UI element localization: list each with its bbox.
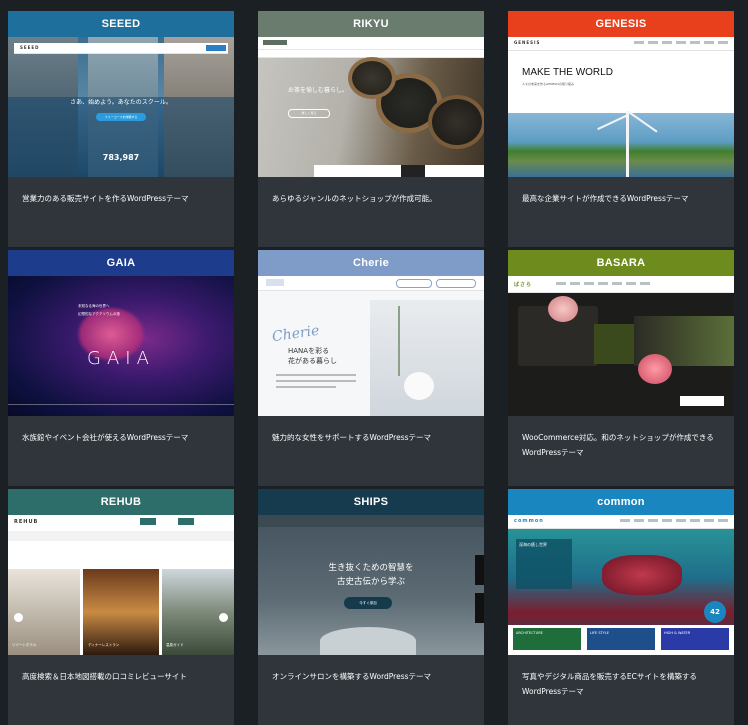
card-title: RIKYU: [258, 11, 484, 37]
screenshot-line2: 古史古伝から学ぶ: [336, 577, 405, 587]
screenshot-line1: HANAを彩る: [288, 347, 330, 355]
theme-card-rehub[interactable]: REHUB REHUB リゾートホテル ディナーレストラン 温泉ガイド 高度検索…: [8, 489, 234, 725]
screenshot-card1: リゾートホテル: [12, 643, 37, 647]
screenshot-tagline: さあ、始めよう。あなたのスクール。: [70, 99, 172, 106]
screenshot-card2: ディナーレストラン: [88, 643, 120, 647]
theme-screenshot[interactable]: SEEED さあ、始めよう。あなたのスクール。 フリーコースを体験する 783,…: [8, 37, 234, 177]
theme-screenshot[interactable]: 未知なる海の世界へ 幻想的なアクアリウムの旅 GAIA: [8, 276, 234, 416]
card-title: REHUB: [8, 489, 234, 515]
theme-card-basara[interactable]: BASARA ばさら WooCommerce対応。和のネットショップが作成できる…: [508, 250, 734, 486]
card-description: オンラインサロンを構築するWordPressテーマ: [272, 672, 432, 681]
screenshot-logo: common: [514, 518, 544, 524]
screenshot-box: 深海の癒し世界: [516, 539, 572, 589]
card-title: Cherie: [258, 250, 484, 276]
screenshot-subheading: 人々の未来を作るGENESISの取り組み: [522, 82, 575, 86]
screenshot-counter: 783,987: [102, 153, 140, 162]
screenshot-cta: 詳しく見る: [288, 109, 330, 118]
theme-screenshot[interactable]: common 深海の癒し世界 42 ARCHITECTURE LIFE STYL…: [508, 515, 734, 655]
screenshot-line1: 未知なる海の世界へ: [78, 304, 110, 308]
theme-screenshot[interactable]: 生き抜くための智慧を 古史古伝から学ぶ 今すぐ参加: [258, 515, 484, 655]
theme-screenshot[interactable]: REHUB リゾートホテル ディナーレストラン 温泉ガイド: [8, 515, 234, 655]
theme-screenshot[interactable]: Cherie HANAを彩る 花がある暮らし: [258, 276, 484, 416]
card-description: 高度検索＆日本地図搭載の口コミレビューサイト: [22, 672, 187, 681]
screenshot-line2: 花がある暮らし: [288, 357, 337, 365]
card-description: WooCommerce対応。和のネットショップが作成できるWordPressテー…: [522, 433, 714, 457]
card-description: 写真やデジタル商品を販売するECサイトを構築するWordPressテーマ: [522, 672, 697, 696]
screenshot-cta: 今すぐ参加: [344, 597, 392, 609]
theme-card-gaia[interactable]: GAIA 未知なる海の世界へ 幻想的なアクアリウムの旅 GAIA 水族館やイベン…: [8, 250, 234, 486]
card-title: BASARA: [508, 250, 734, 276]
screenshot-logo: SEEED: [20, 45, 40, 50]
screenshot-tile3: HIGH & WATER: [661, 628, 729, 650]
screenshot-badge: 42: [704, 601, 726, 623]
theme-card-rikyu[interactable]: RIKYU お茶を愉しむ暮らし。 詳しく見る あらゆるジャンルのネットショップが…: [258, 11, 484, 247]
card-description: 営業力のある販売サイトを作るWordPressテーマ: [22, 194, 189, 203]
theme-card-common[interactable]: common common 深海の癒し世界 42 ARCHITECTURE LI…: [508, 489, 734, 725]
card-description: 最高な企業サイトが作成できるWordPressテーマ: [522, 194, 689, 203]
card-title: GENESIS: [508, 11, 734, 37]
screenshot-cta: フリーコースを体験する: [96, 113, 146, 121]
screenshot-tagline: お茶を愉しむ暮らし。: [288, 87, 349, 94]
theme-card-genesis[interactable]: GENESIS GENESIS MAKE THE WORLD 人々の未来を作るG…: [508, 11, 734, 247]
theme-card-cherie[interactable]: Cherie Cherie HANAを彩る 花がある暮らし 魅力的な女性をサポー…: [258, 250, 484, 486]
card-description: 水族館やイベント会社が使えるWordPressテーマ: [22, 433, 189, 442]
card-description: 魅力的な女性をサポートするWordPressテーマ: [272, 433, 432, 442]
screenshot-tile2: LIFE STYLE: [587, 628, 655, 650]
screenshot-logo: GAIA: [87, 348, 155, 369]
theme-grid: SEEED SEEED さあ、始めよう。あなたのスクール。 フリーコースを体験す…: [0, 0, 748, 725]
screenshot-logo: REHUB: [14, 519, 39, 525]
screenshot-tile1: ARCHITECTURE: [513, 628, 581, 650]
theme-screenshot[interactable]: GENESIS MAKE THE WORLD 人々の未来を作るGENESISの取…: [508, 37, 734, 177]
screenshot-logo: GENESIS: [514, 40, 541, 45]
screenshot-script: Cherie: [271, 322, 321, 346]
screenshot-line1: 生き抜くための智慧を: [328, 563, 414, 573]
screenshot-card3: 温泉ガイド: [166, 643, 184, 647]
screenshot-heading: MAKE THE WORLD: [522, 67, 613, 78]
card-title: SHIPS: [258, 489, 484, 515]
card-title: SEEED: [8, 11, 234, 37]
theme-screenshot[interactable]: ばさら: [508, 276, 734, 416]
screenshot-line2: 幻想的なアクアリウムの旅: [78, 312, 120, 316]
card-description: あらゆるジャンルのネットショップが作成可能。: [272, 194, 437, 203]
theme-screenshot[interactable]: お茶を愉しむ暮らし。 詳しく見る: [258, 37, 484, 177]
theme-card-seeed[interactable]: SEEED SEEED さあ、始めよう。あなたのスクール。 フリーコースを体験す…: [8, 11, 234, 247]
screenshot-logo: ばさら: [514, 282, 533, 288]
theme-card-ships[interactable]: SHIPS 生き抜くための智慧を 古史古伝から学ぶ 今すぐ参加 オンラインサロン…: [258, 489, 484, 725]
card-title: GAIA: [8, 250, 234, 276]
card-title: common: [508, 489, 734, 515]
